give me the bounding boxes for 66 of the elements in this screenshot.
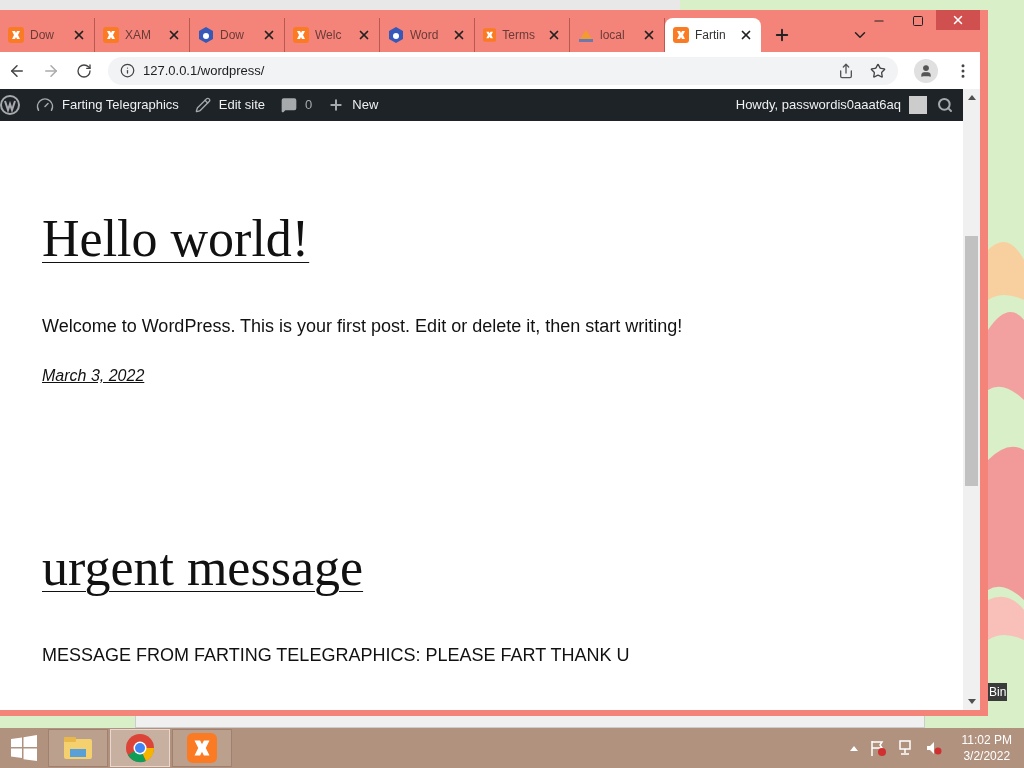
- post-body: MESSAGE FROM FARTING TELEGRAPHICS: PLEASE FART THANK U: [42, 644, 631, 667]
- flag-icon[interactable]: [869, 740, 886, 756]
- post-date-link[interactable]: March 3, 2022: [42, 364, 921, 388]
- share-icon[interactable]: [838, 62, 854, 79]
- new-link[interactable]: New: [328, 95, 379, 115]
- xampp-icon: [103, 27, 119, 43]
- hexagon-icon: [388, 27, 404, 43]
- show-hidden-icons[interactable]: [849, 745, 858, 751]
- close-tab-icon[interactable]: [739, 28, 753, 42]
- comment-icon: [281, 97, 298, 113]
- desktop-icon-label[interactable]: Bin: [988, 683, 1008, 701]
- tab-title: Terms: [502, 27, 535, 44]
- post-body: Welcome to WordPress. This is your first post. Edit or delete it, then start writing!: [42, 315, 684, 338]
- info-icon[interactable]: [120, 63, 135, 78]
- speaker-muted-icon[interactable]: [925, 740, 942, 756]
- chrome-icon: [125, 733, 155, 763]
- tab-title: XAM: [125, 27, 151, 44]
- folder-icon: [63, 735, 93, 761]
- howdy-link[interactable]: Howdy, passwordis0aaat6aq: [735, 95, 927, 115]
- person-icon: [919, 63, 933, 78]
- tab-title: Word: [410, 27, 439, 44]
- clock-time: 11:02 PM: [961, 732, 1012, 748]
- scroll-up-icon[interactable]: [967, 95, 976, 100]
- network-icon[interactable]: [897, 740, 914, 756]
- xampp-icon: [8, 27, 24, 43]
- windows-logo-icon[interactable]: [11, 735, 37, 761]
- close-icon: [951, 13, 965, 27]
- wordpress-logo-icon[interactable]: [0, 95, 20, 115]
- comments-link[interactable]: 0: [281, 95, 313, 115]
- close-tab-icon[interactable]: [642, 28, 656, 42]
- xampp-icon: [483, 27, 497, 43]
- post-title-link[interactable]: urgent message: [42, 538, 921, 598]
- pencil-icon: [194, 97, 211, 113]
- user-avatar: [909, 96, 927, 114]
- xampp-icon: [673, 27, 689, 43]
- scroll-down-icon[interactable]: [967, 699, 976, 704]
- clock-date: 3/2/2022: [963, 748, 1011, 764]
- close-tab-icon[interactable]: [357, 28, 371, 42]
- close-tab-icon[interactable]: [262, 28, 276, 42]
- scrollbar-thumb[interactable]: [965, 236, 978, 486]
- xampp-icon: [187, 733, 217, 763]
- browser-tab[interactable]: Fartin: [665, 18, 761, 52]
- close-tab-icon[interactable]: [547, 28, 561, 42]
- reload-icon[interactable]: [76, 62, 92, 79]
- search-icon[interactable]: [937, 97, 953, 113]
- maximize-icon[interactable]: [912, 15, 924, 27]
- close-tab-icon[interactable]: [167, 28, 181, 42]
- hexagon-icon: [198, 27, 214, 43]
- close-tab-icon[interactable]: [72, 28, 86, 42]
- address-field[interactable]: 127.0.0.1/wordpress/: [108, 56, 898, 85]
- dashboard-icon: [36, 96, 54, 114]
- tab-title: Dow: [220, 27, 244, 44]
- profile-avatar[interactable]: [914, 58, 938, 83]
- tab-title: Dow: [30, 27, 54, 44]
- bookmark-star-icon[interactable]: [870, 62, 886, 79]
- tab-title: Welc: [315, 27, 342, 44]
- close-tab-icon[interactable]: [452, 28, 466, 42]
- post-title-link[interactable]: Hello world!: [42, 209, 921, 269]
- site-name-link[interactable]: Farting Telegraphics: [36, 95, 179, 115]
- taskbar-app-button[interactable]: [172, 729, 232, 767]
- tab-title: Fartin: [695, 27, 726, 44]
- tab-title: local: [600, 27, 625, 44]
- edit-site-link[interactable]: Edit site: [194, 95, 266, 115]
- xampp-icon: [293, 27, 309, 43]
- new-tab-icon[interactable]: [773, 26, 791, 44]
- url-text: 127.0.0.1/wordpress/: [143, 61, 266, 80]
